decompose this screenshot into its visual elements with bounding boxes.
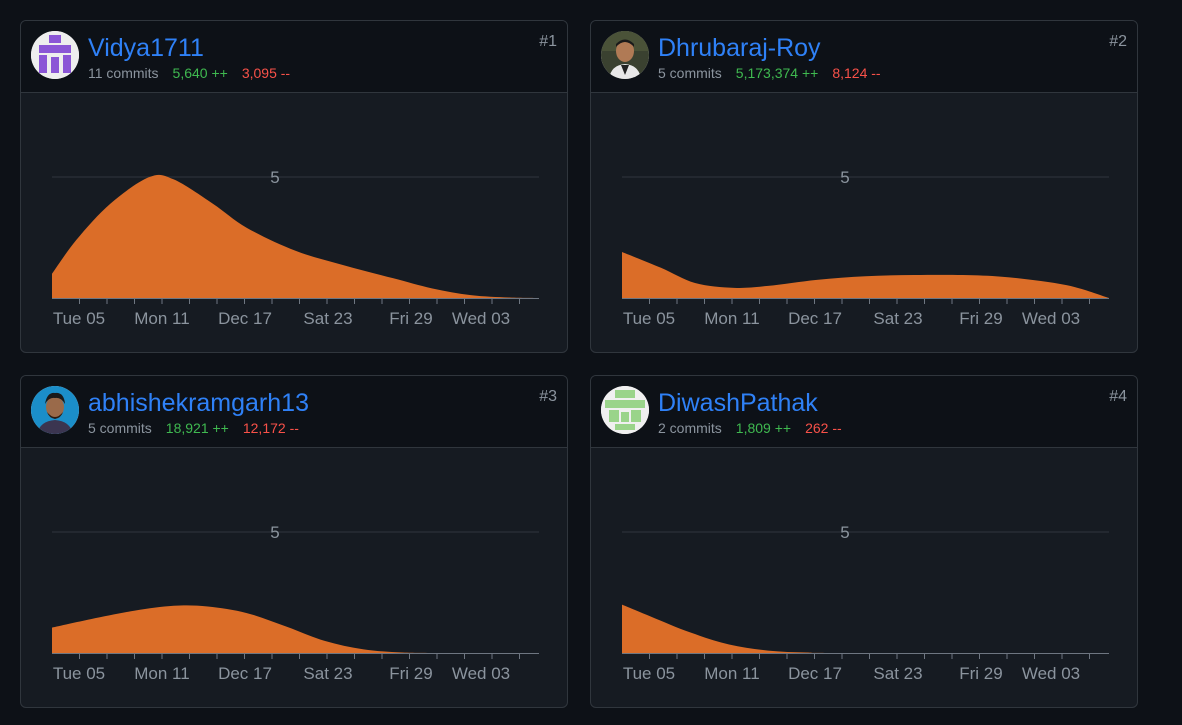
x-tick-label: Fri 29 (959, 309, 1002, 328)
additions-count: 1,809 ++ (735, 420, 792, 436)
x-tick-label: Dec 17 (788, 664, 842, 683)
contributor-card: DiwashPathak 2 commits 1,809 ++ 262 -- #4 … (590, 375, 1138, 708)
y-tick-label: 5 (270, 523, 279, 542)
rank-badge: #4 (1109, 388, 1127, 405)
commit-count[interactable]: 2 commits (658, 420, 722, 436)
y-tick-label: 5 (840, 168, 849, 187)
commit-area (622, 604, 1109, 653)
deletions-count: 8,124 -- (832, 65, 881, 81)
commit-count[interactable]: 5 commits (88, 420, 152, 436)
x-tick-label: Mon 11 (134, 309, 189, 328)
contributor-stats: 2 commits 1,809 ++ 262 -- (658, 419, 842, 437)
contributor-stats: 11 commits 5,640 ++ 3,095 -- (88, 64, 290, 82)
commit-activity-chart: 5 Tue 05 Mon 11 Dec 17 Sat 23 Fri 29 Wed 03 (52, 523, 539, 683)
x-tick-label: Sat 23 (303, 664, 352, 683)
contributor-card: Vidya1711 11 commits 5,640 ++ 3,095 -- #1 … (20, 20, 568, 353)
x-tick-label: Wed 03 (452, 664, 510, 683)
contributor-card: Dhrubaraj-Roy 5 commits 5,173,374 ++ 8,124… (590, 20, 1138, 353)
additions-count: 18,921 ++ (165, 420, 229, 436)
additions-count: 5,173,374 ++ (735, 65, 819, 81)
commit-area (52, 605, 539, 653)
x-tick-label: Dec 17 (218, 309, 272, 328)
deletions-count: 3,095 -- (241, 65, 291, 81)
contributor-stats: 5 commits 18,921 ++ 12,172 -- (88, 419, 299, 437)
contributor-header: DiwashPathak 2 commits 1,809 ++ 262 -- #4 (591, 376, 1137, 448)
x-tick-label: Fri 29 (389, 664, 432, 683)
x-tick-label: Tue 05 (53, 309, 105, 328)
deletions-count: 262 -- (805, 420, 842, 436)
commit-area (622, 252, 1109, 298)
additions-count: 5,640 ++ (172, 65, 228, 81)
x-tick-label: Dec 17 (788, 309, 842, 328)
x-tick-label: Tue 05 (623, 664, 675, 683)
x-tick-label: Mon 11 (704, 664, 759, 683)
x-tick-label: Sat 23 (303, 309, 352, 328)
contributor-card: abhishekramgarh13 5 commits 18,921 ++ 12,1… (20, 375, 568, 708)
commit-area (52, 174, 539, 298)
x-tick-label: Sat 23 (873, 309, 922, 328)
y-tick-label: 5 (270, 168, 279, 187)
y-tick-label: 5 (840, 523, 849, 542)
contributor-header: Vidya1711 11 commits 5,640 ++ 3,095 -- #1 (21, 21, 567, 93)
x-tick-label: Wed 03 (1022, 664, 1080, 683)
rank-badge: #3 (539, 388, 557, 405)
avatar[interactable] (601, 31, 649, 79)
x-tick-label: Wed 03 (452, 309, 510, 328)
x-tick-label: Dec 17 (218, 664, 272, 683)
x-tick-label: Sat 23 (873, 664, 922, 683)
contributor-username[interactable]: abhishekramgarh13 (88, 388, 309, 418)
x-tick-label: Wed 03 (1022, 309, 1080, 328)
commit-count[interactable]: 5 commits (658, 65, 722, 81)
contributor-header: Dhrubaraj-Roy 5 commits 5,173,374 ++ 8,124… (591, 21, 1137, 93)
x-tick-label: Tue 05 (53, 664, 105, 683)
commit-count[interactable]: 11 commits (88, 65, 159, 81)
commit-activity-chart: 5 Tue 05 Mon 11 Dec 17 Sat 23 Fri 29 Wed 03 (52, 168, 539, 328)
contributor-stats: 5 commits 5,173,374 ++ 8,124 -- (658, 64, 881, 82)
contributor-username[interactable]: DiwashPathak (658, 388, 818, 418)
x-tick-label: Mon 11 (704, 309, 759, 328)
commit-activity-chart: 5 Tue 05 Mon 11 Dec 17 Sat 23 Fri 29 Wed 03 (622, 168, 1109, 328)
avatar[interactable] (31, 386, 79, 434)
x-tick-label: Fri 29 (959, 664, 1002, 683)
avatar[interactable] (31, 31, 79, 79)
x-tick-label: Mon 11 (134, 664, 189, 683)
commit-activity-chart: 5 Tue 05 Mon 11 Dec 17 Sat 23 Fri 29 Wed 03 (622, 523, 1109, 683)
rank-badge: #1 (539, 33, 557, 50)
rank-badge: #2 (1109, 33, 1127, 50)
x-tick-label: Tue 05 (623, 309, 675, 328)
avatar[interactable] (601, 386, 649, 434)
contributor-username[interactable]: Dhrubaraj-Roy (658, 33, 821, 63)
contributor-header: abhishekramgarh13 5 commits 18,921 ++ 12,1… (21, 376, 567, 448)
deletions-count: 12,172 -- (242, 420, 299, 436)
x-tick-label: Fri 29 (389, 309, 432, 328)
contributor-username[interactable]: Vidya1711 (88, 33, 204, 63)
